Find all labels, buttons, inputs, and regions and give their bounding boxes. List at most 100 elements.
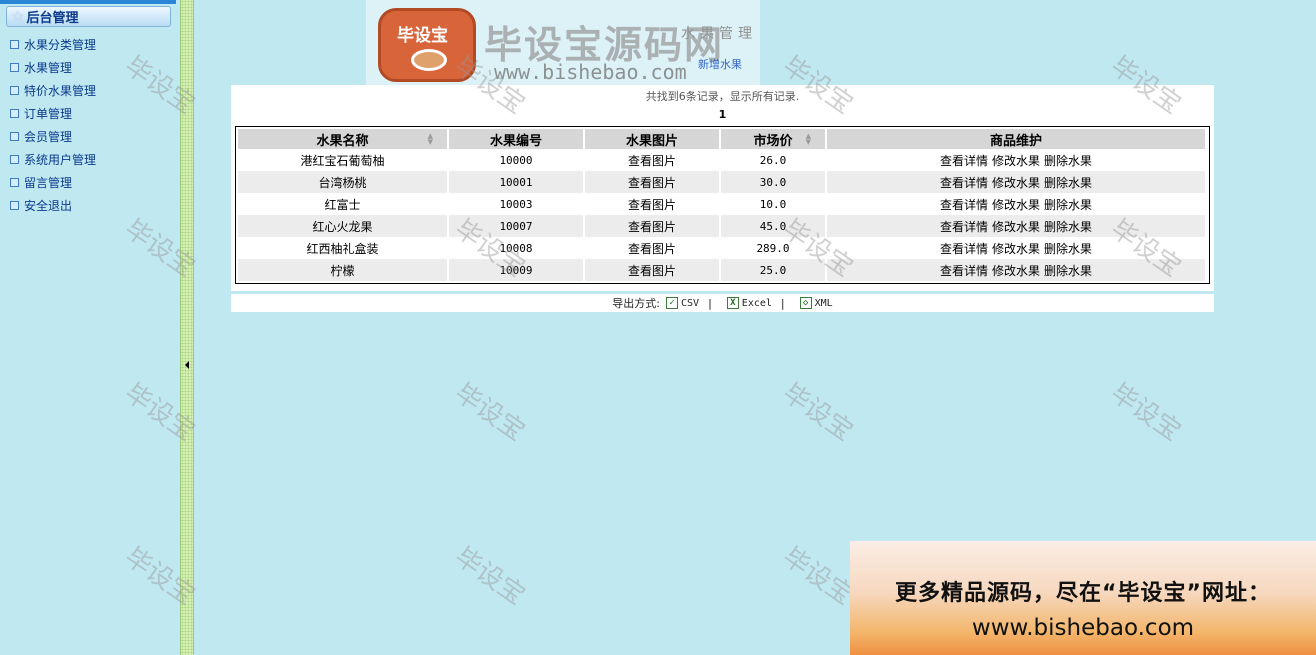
actions-cell: 查看详情 修改水果 删除水果	[827, 259, 1207, 281]
square-bullet-icon	[10, 109, 19, 118]
table-row: 台湾杨桃 10001 查看图片 30.0 查看详情 修改水果 删除水果	[238, 171, 1207, 193]
view-detail-link[interactable]: 查看详情	[940, 198, 988, 212]
square-bullet-icon	[10, 132, 19, 141]
edit-fruit-link[interactable]: 修改水果	[992, 220, 1040, 234]
sidebar-item-logout[interactable]: 安全退出	[10, 194, 96, 217]
price-cell: 45.0	[721, 215, 827, 237]
column-header-name[interactable]: 水果名称 ▲ ▼	[238, 129, 449, 149]
export-csv[interactable]: ✓ CSV	[660, 297, 699, 309]
delete-fruit-link[interactable]: 删除水果	[1044, 176, 1092, 190]
sidebar-item-label: 水果分类管理	[24, 38, 97, 52]
column-header-label: 水果编号	[489, 133, 542, 149]
square-bullet-icon	[10, 86, 19, 95]
fruit-code-cell: 10009	[449, 259, 585, 281]
sidebar-item-label: 水果管理	[24, 61, 73, 75]
export-bar: 导出方式: ✓ CSV | X Excel | ◇ XML	[231, 294, 1214, 312]
page-number[interactable]: 1	[231, 108, 1214, 121]
edit-fruit-link[interactable]: 修改水果	[992, 264, 1040, 278]
watermark-logo: 毕设宝 毕设宝源码网 www.bishebao.com	[366, 0, 760, 86]
sidebar-item-orders[interactable]: 订单管理	[10, 102, 96, 125]
fruit-code-cell: 10003	[449, 193, 585, 215]
edit-fruit-link[interactable]: 修改水果	[992, 242, 1040, 256]
column-header-image: 水果图片	[585, 129, 721, 149]
view-detail-link[interactable]: 查看详情	[940, 154, 988, 168]
logo-badge: 毕设宝	[378, 8, 476, 82]
logo-url: www.bishebao.com	[494, 60, 687, 84]
square-bullet-icon	[10, 40, 19, 49]
price-cell: 10.0	[721, 193, 827, 215]
delete-fruit-link[interactable]: 删除水果	[1044, 264, 1092, 278]
table-container: 水果名称 ▲ ▼ 水果编号 水果图片 市场价 ▲ ▼ 商品维护 港红宝石葡萄柚 1000…	[231, 121, 1214, 291]
price-cell: 30.0	[721, 171, 827, 193]
promo-banner: 更多精品源码，尽在“毕设宝”网址： www.bishebao.com	[850, 541, 1316, 655]
view-image-link[interactable]: 查看图片	[585, 237, 721, 259]
logo-badge-text: 毕设宝	[397, 26, 448, 46]
sort-icon[interactable]: ▲ ▼	[428, 133, 433, 146]
fruit-code-cell: 10000	[449, 149, 585, 171]
sidebar-item-label: 订单管理	[24, 107, 73, 121]
actions-cell: 查看详情 修改水果 删除水果	[827, 171, 1207, 193]
view-image-link[interactable]: 查看图片	[585, 215, 721, 237]
table-row: 柠檬 10009 查看图片 25.0 查看详情 修改水果 删除水果	[238, 259, 1207, 281]
table-row: 港红宝石葡萄柚 10000 查看图片 26.0 查看详情 修改水果 删除水果	[238, 149, 1207, 171]
sort-icon[interactable]: ▲ ▼	[806, 133, 811, 146]
fruit-code-cell: 10007	[449, 215, 585, 237]
column-header-price[interactable]: 市场价 ▲ ▼	[721, 129, 827, 149]
collapse-arrow-icon[interactable]	[185, 361, 189, 369]
sidebar-item-label: 安全退出	[24, 199, 73, 213]
watermark-text: 毕设宝	[449, 541, 531, 612]
fruit-name-cell: 红心火龙果	[238, 215, 449, 237]
sidebar-item-fruit[interactable]: 水果管理	[10, 56, 96, 79]
sidebar-item-label: 特价水果管理	[24, 84, 97, 98]
sidebar-item-special-fruit[interactable]: 特价水果管理	[10, 79, 96, 102]
square-bullet-icon	[10, 63, 19, 72]
view-detail-link[interactable]: 查看详情	[940, 176, 988, 190]
fruit-code-cell: 10001	[449, 171, 585, 193]
sidebar-item-messages[interactable]: 留言管理	[10, 171, 96, 194]
delete-fruit-link[interactable]: 删除水果	[1044, 198, 1092, 212]
view-image-link[interactable]: 查看图片	[585, 149, 721, 171]
fruit-name-cell: 红西柚礼盒装	[238, 237, 449, 259]
delete-fruit-link[interactable]: 删除水果	[1044, 154, 1092, 168]
export-xml[interactable]: ◇ XML	[794, 297, 833, 309]
view-detail-link[interactable]: 查看详情	[940, 242, 988, 256]
sidebar-item-label: 留言管理	[24, 176, 73, 190]
column-header-actions: 商品维护	[827, 129, 1207, 149]
table-row: 红西柚礼盒装 10008 查看图片 289.0 查看详情 修改水果 删除水果	[238, 237, 1207, 259]
export-xml-label: XML	[814, 297, 833, 309]
add-fruit-link[interactable]: 新增水果	[698, 56, 742, 72]
delete-fruit-link[interactable]: 删除水果	[1044, 220, 1092, 234]
logo-face-icon	[411, 49, 447, 71]
sidebar-item-system-users[interactable]: 系统用户管理	[10, 148, 96, 171]
table-row: 红心火龙果 10007 查看图片 45.0 查看详情 修改水果 删除水果	[238, 215, 1207, 237]
sidebar-item-members[interactable]: 会员管理	[10, 125, 96, 148]
edit-fruit-link[interactable]: 修改水果	[992, 198, 1040, 212]
sidebar-header-title: 后台管理	[26, 11, 79, 26]
edit-fruit-link[interactable]: 修改水果	[992, 154, 1040, 168]
export-excel[interactable]: X Excel	[721, 297, 772, 309]
export-separator: |	[780, 296, 785, 310]
edit-fruit-link[interactable]: 修改水果	[992, 176, 1040, 190]
view-image-link[interactable]: 查看图片	[585, 259, 721, 281]
column-header-label: 水果图片	[625, 133, 678, 149]
view-image-link[interactable]: 查看图片	[585, 171, 721, 193]
sidebar-item-label: 会员管理	[24, 130, 73, 144]
view-image-link[interactable]: 查看图片	[585, 193, 721, 215]
actions-cell: 查看详情 修改水果 删除水果	[827, 215, 1207, 237]
watermark-text: 毕设宝	[449, 377, 531, 448]
banner-line-1: 更多精品源码，尽在“毕设宝”网址：	[895, 581, 1271, 606]
view-detail-link[interactable]: 查看详情	[940, 220, 988, 234]
sidebar-item-fruit-category[interactable]: 水果分类管理	[10, 33, 96, 56]
fruit-name-cell: 台湾杨桃	[238, 171, 449, 193]
sidebar-header[interactable]: ☆ 后台管理	[6, 6, 171, 27]
actions-cell: 查看详情 修改水果 删除水果	[827, 193, 1207, 215]
view-detail-link[interactable]: 查看详情	[940, 264, 988, 278]
actions-cell: 查看详情 修改水果 删除水果	[827, 149, 1207, 171]
record-summary: 共找到6条记录，显示所有记录. 1	[231, 85, 1214, 121]
fruit-name-cell: 港红宝石葡萄柚	[238, 149, 449, 171]
delete-fruit-link[interactable]: 删除水果	[1044, 242, 1092, 256]
column-header-label: 商品维护	[989, 133, 1042, 149]
fruit-code-cell: 10008	[449, 237, 585, 259]
csv-icon: ✓	[666, 297, 679, 309]
sidebar-splitter[interactable]	[180, 0, 194, 655]
